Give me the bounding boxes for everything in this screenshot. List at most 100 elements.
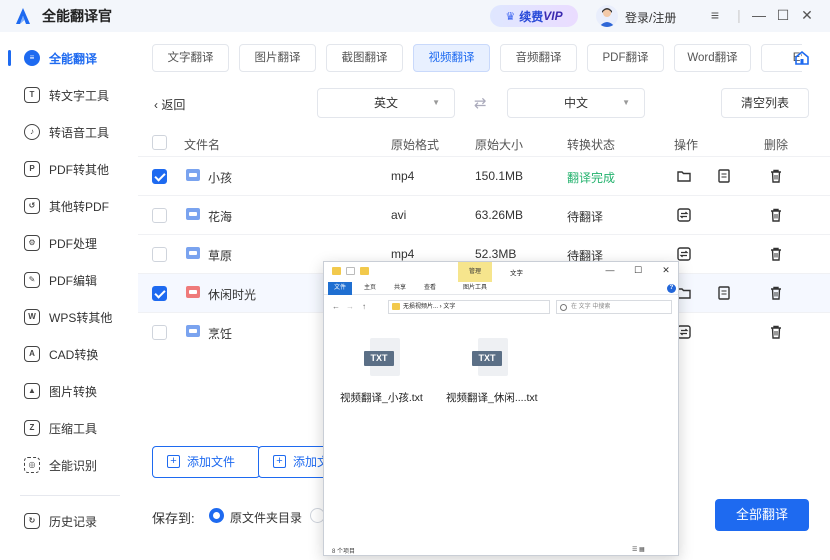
ribbon-tab-picture-tools[interactable]: 图片工具 — [458, 282, 492, 295]
swap-language-icon[interactable]: ⇄ — [474, 94, 487, 112]
minimize-icon[interactable]: — — [604, 265, 616, 275]
back-label: 返回 — [161, 98, 186, 112]
translate-tabs: 文字翻译 图片翻译 截图翻译 视频翻译 音频翻译 PDF翻译 Word翻译 Ex — [152, 44, 802, 72]
ribbon-tab-home[interactable]: 主页 — [358, 282, 382, 295]
pdf-convert-icon: P — [24, 161, 40, 177]
app-title: 全能翻译官 — [42, 8, 112, 24]
vip-renew-button[interactable]: ♛ 续费 VIP — [490, 5, 578, 27]
file-format: avi — [391, 208, 407, 222]
properties-icon[interactable] — [346, 267, 355, 275]
row-checkbox[interactable] — [152, 286, 167, 301]
cad-icon: A — [24, 346, 40, 362]
close-icon[interactable]: ✕ — [660, 265, 672, 276]
sidebar-item-pdf-convert[interactable]: P PDF转其他 — [0, 151, 138, 187]
open-folder-icon[interactable] — [676, 168, 692, 184]
original-folder-radio[interactable] — [209, 508, 224, 523]
file-name[interactable]: 视频翻译_休闲....txt — [446, 390, 538, 405]
view-document-icon[interactable] — [716, 285, 732, 301]
trash-icon[interactable] — [768, 324, 784, 340]
sidebar-item-label: 其他转PDF — [49, 199, 110, 214]
file-name[interactable]: 视频翻译_小孩.txt — [340, 390, 423, 405]
view-document-icon[interactable] — [716, 168, 732, 184]
select-all-checkbox[interactable] — [152, 135, 167, 150]
file-name: 休闲时光 — [208, 288, 257, 302]
sidebar-item-text-tool[interactable]: T 转文字工具 — [0, 77, 138, 113]
avatar[interactable] — [596, 5, 618, 27]
translate-all-button[interactable]: 全部翻译 — [715, 499, 809, 531]
login-link[interactable]: 登录/注册 — [625, 9, 676, 26]
clear-list-button[interactable]: 清空列表 — [721, 88, 809, 118]
up-arrow-icon[interactable]: ↑ — [362, 302, 366, 311]
manage-tab[interactable]: 管理 — [458, 262, 492, 282]
close-icon[interactable]: ✕ — [798, 6, 816, 24]
home-icon[interactable] — [794, 50, 810, 66]
sidebar-item-voice-tool[interactable]: ♪ 转语音工具 — [0, 114, 138, 150]
file-status: 翻译完成 — [567, 171, 616, 185]
file-name: 烹饪 — [208, 327, 233, 341]
sidebar-item-label: PDF转其他 — [49, 162, 110, 177]
sidebar-item-cad[interactable]: A CAD转换 — [0, 336, 138, 372]
ribbon-tab-share[interactable]: 共享 — [388, 282, 412, 295]
maximize-icon[interactable]: ☐ — [632, 265, 644, 276]
trash-icon[interactable] — [768, 168, 784, 184]
sidebar-item-recognize[interactable]: ◎ 全能识别 — [0, 447, 138, 483]
back-button[interactable]: ‹ 返回 — [154, 96, 185, 113]
menu-icon[interactable]: ≡ — [706, 6, 724, 24]
folder-icon — [332, 267, 341, 275]
header-size: 原始大小 — [475, 138, 524, 152]
sidebar-item-to-pdf[interactable]: ↺ 其他转PDF — [0, 188, 138, 224]
row-checkbox[interactable] — [152, 247, 167, 262]
file-name: 花海 — [208, 210, 233, 224]
wps-icon: W — [24, 309, 40, 325]
ribbon-tab-view[interactable]: 查看 — [418, 282, 442, 295]
forward-arrow-icon[interactable]: → — [346, 302, 354, 311]
new-folder-icon[interactable] — [360, 267, 369, 275]
sidebar-item-compress[interactable]: Z 压缩工具 — [0, 410, 138, 446]
convert-icon[interactable] — [676, 246, 692, 262]
txt-badge: TXT — [472, 351, 502, 366]
sidebar-item-pdf-edit[interactable]: ✎ PDF编辑 — [0, 262, 138, 298]
tab-image[interactable]: 图片翻译 — [239, 44, 316, 72]
ribbon-tab-file[interactable]: 文件 — [328, 282, 352, 295]
view-toggle-icon[interactable]: ☰ ▦ — [632, 546, 645, 553]
source-language-select[interactable]: 英文 ▼ — [317, 88, 455, 118]
minimize-icon[interactable]: — — [750, 6, 768, 24]
convert-icon[interactable] — [676, 207, 692, 223]
voice-tool-icon: ♪ — [24, 124, 40, 140]
sidebar-divider — [20, 495, 120, 496]
sidebar-item-pdf-process[interactable]: ⚙ PDF处理 — [0, 225, 138, 261]
txt-file-icon[interactable]: TXT — [364, 338, 404, 378]
trash-icon[interactable] — [768, 207, 784, 223]
file-size: 52.3MB — [475, 247, 517, 261]
back-arrow-icon[interactable]: ← — [332, 302, 340, 311]
row-checkbox[interactable] — [152, 208, 167, 223]
explorer-search-input[interactable]: 在 文字 中搜索 — [556, 300, 672, 314]
sidebar-item-image[interactable]: ▲ 图片转换 — [0, 373, 138, 409]
table-row[interactable]: 花海 avi 63.26MB 待翻译 — [138, 195, 830, 234]
tab-text[interactable]: 文字翻译 — [152, 44, 229, 72]
target-language-select[interactable]: 中文 ▼ — [507, 88, 645, 118]
help-icon[interactable]: ? — [667, 284, 676, 293]
txt-file-icon[interactable]: TXT — [472, 338, 512, 378]
trash-icon[interactable] — [768, 285, 784, 301]
tab-word[interactable]: Word翻译 — [674, 44, 751, 72]
trash-icon[interactable] — [768, 246, 784, 262]
tab-screenshot[interactable]: 截图翻译 — [326, 44, 403, 72]
add-file-button[interactable]: + 添加文件 — [152, 446, 260, 478]
maximize-icon[interactable]: ☐ — [774, 6, 792, 24]
vip-label-suffix: VIP — [543, 9, 563, 23]
sidebar-item-label: 全能翻译 — [49, 51, 98, 66]
table-row[interactable]: 小孩 mp4 150.1MB 翻译完成 — [138, 156, 830, 195]
file-status: 待翻译 — [567, 210, 604, 224]
tab-pdf[interactable]: PDF翻译 — [587, 44, 664, 72]
plus-icon: + — [167, 455, 180, 468]
row-checkbox[interactable] — [152, 325, 167, 340]
sidebar-item-history[interactable]: ↻ 历史记录 — [0, 503, 138, 539]
explorer-path[interactable]: 无损视频片... › 文字 — [388, 300, 550, 314]
tab-video[interactable]: 视频翻译 — [413, 44, 490, 72]
row-checkbox[interactable] — [152, 169, 167, 184]
tab-audio[interactable]: 音频翻译 — [500, 44, 577, 72]
sidebar-item-translate[interactable]: ≡ 全能翻译 — [0, 40, 138, 76]
sidebar-item-wps[interactable]: W WPS转其他 — [0, 299, 138, 335]
file-name: 小孩 — [208, 171, 233, 185]
